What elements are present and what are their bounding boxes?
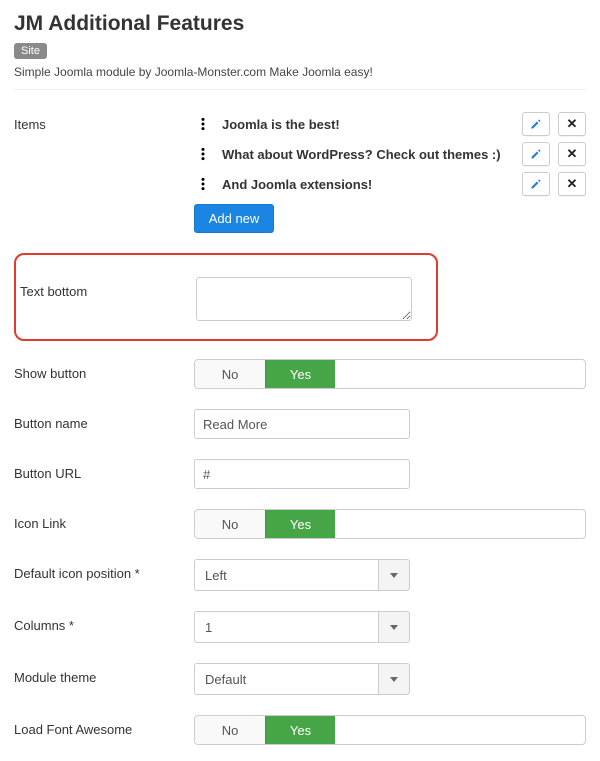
text-bottom-label: Text bottom [20, 277, 196, 299]
button-name-label: Button name [14, 409, 194, 431]
chevron-down-icon[interactable] [378, 663, 410, 695]
toggle-no[interactable]: No [195, 716, 265, 744]
default-icon-position-label: Default icon position * [14, 559, 194, 581]
toggle-no[interactable]: No [195, 510, 265, 538]
item-row: And Joomla extensions! ✕ [194, 170, 586, 198]
text-bottom-input[interactable] [196, 277, 412, 321]
module-description: Simple Joomla module by Joomla-Monster.c… [14, 65, 586, 79]
items-row: Items Joomla is the best! ✕ What about W… [14, 110, 586, 233]
highlighted-text-bottom: Text bottom [14, 253, 438, 341]
item-label: Joomla is the best! [212, 117, 514, 132]
item-row: What about WordPress? Check out themes :… [194, 140, 586, 168]
header-divider [14, 89, 586, 90]
item-label: And Joomla extensions! [212, 177, 514, 192]
columns-row: Columns * 1 [14, 611, 586, 643]
button-url-input[interactable] [194, 459, 410, 489]
show-button-toggle[interactable]: No Yes [194, 359, 586, 389]
icon-link-row: Icon Link No Yes [14, 509, 586, 539]
select-value[interactable]: Default [194, 663, 378, 695]
button-url-label: Button URL [14, 459, 194, 481]
toggle-yes[interactable]: Yes [265, 360, 335, 388]
toggle-no[interactable]: No [195, 360, 265, 388]
toggle-yes[interactable]: Yes [265, 510, 335, 538]
text-bottom-row: Text bottom [20, 277, 426, 321]
show-button-row: Show button No Yes [14, 359, 586, 389]
module-theme-select[interactable]: Default [194, 663, 410, 695]
button-name-row: Button name [14, 409, 586, 439]
columns-label: Columns * [14, 611, 194, 633]
button-url-row: Button URL [14, 459, 586, 489]
load-font-awesome-label: Load Font Awesome [14, 715, 194, 737]
chevron-down-icon[interactable] [378, 559, 410, 591]
icon-link-label: Icon Link [14, 509, 194, 531]
show-button-label: Show button [14, 359, 194, 381]
default-icon-position-row: Default icon position * Left [14, 559, 586, 591]
items-label: Items [14, 110, 194, 132]
select-value[interactable]: Left [194, 559, 378, 591]
columns-select[interactable]: 1 [194, 611, 410, 643]
edit-button[interactable] [522, 172, 550, 196]
button-name-input[interactable] [194, 409, 410, 439]
remove-button[interactable]: ✕ [558, 142, 586, 166]
default-icon-position-select[interactable]: Left [194, 559, 410, 591]
item-label: What about WordPress? Check out themes :… [212, 147, 514, 162]
load-font-awesome-toggle[interactable]: No Yes [194, 715, 586, 745]
page-title: JM Additional Features [14, 12, 586, 36]
chevron-down-icon[interactable] [378, 611, 410, 643]
edit-button[interactable] [522, 112, 550, 136]
module-theme-row: Module theme Default [14, 663, 586, 695]
drag-handle-icon[interactable] [194, 177, 212, 191]
item-row: Joomla is the best! ✕ [194, 110, 586, 138]
add-new-button[interactable]: Add new [194, 204, 274, 233]
icon-link-toggle[interactable]: No Yes [194, 509, 586, 539]
select-value[interactable]: 1 [194, 611, 378, 643]
site-badge: Site [14, 43, 47, 59]
toggle-yes[interactable]: Yes [265, 716, 335, 744]
drag-handle-icon[interactable] [194, 117, 212, 131]
load-font-awesome-row: Load Font Awesome No Yes [14, 715, 586, 745]
items-field: Joomla is the best! ✕ What about WordPre… [194, 110, 586, 233]
edit-button[interactable] [522, 142, 550, 166]
remove-button[interactable]: ✕ [558, 112, 586, 136]
module-theme-label: Module theme [14, 663, 194, 685]
drag-handle-icon[interactable] [194, 147, 212, 161]
remove-button[interactable]: ✕ [558, 172, 586, 196]
